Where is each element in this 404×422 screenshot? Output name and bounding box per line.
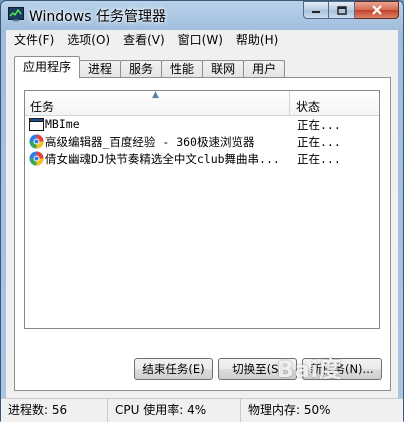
end-task-button[interactable]: 结束任务(E) xyxy=(134,358,213,380)
process-count: 进程数: 56 xyxy=(1,399,108,422)
task-manager-icon xyxy=(8,7,24,22)
caption-buttons xyxy=(303,1,399,20)
task-status: 正在... xyxy=(297,135,341,149)
browser-icon xyxy=(29,134,44,149)
window-icon xyxy=(29,118,44,131)
tab-performance[interactable]: 性能 xyxy=(161,60,204,78)
task-manager-window: Windows 任务管理器 文件(F) 选项(O) 查看(V) 窗口(W) 帮助… xyxy=(0,0,404,422)
title-bar[interactable]: Windows 任务管理器 xyxy=(1,1,403,29)
task-name: 高级编辑器_百度经验 - 360极速浏览器 xyxy=(45,135,255,149)
task-list[interactable]: ▲ 任务 状态 MBIme 正在... 高级编辑器_百度经验 - 360极速浏览… xyxy=(24,90,380,329)
column-header-status[interactable]: 状态 xyxy=(290,91,379,115)
menu-help[interactable]: 帮助(H) xyxy=(231,30,283,50)
tab-applications[interactable]: 应用程序 xyxy=(14,56,81,78)
list-header: ▲ 任务 状态 xyxy=(25,90,379,116)
watermark: Bai度 xyxy=(277,358,343,383)
task-row[interactable]: 倩女幽魂DJ快节奏精选全中文club舞曲串... 正在... xyxy=(25,150,379,167)
maximize-button[interactable] xyxy=(329,1,355,19)
close-icon xyxy=(371,5,382,15)
menu-options[interactable]: 选项(O) xyxy=(62,30,115,50)
column-status-label: 状态 xyxy=(296,100,321,114)
close-button[interactable] xyxy=(355,1,399,19)
task-rows: MBIme 正在... 高级编辑器_百度经验 - 360极速浏览器 正在... xyxy=(25,116,379,167)
window-title: Windows 任务管理器 xyxy=(29,9,166,25)
main-area: 应用程序 进程 服务 性能 联网 用户 ▲ 任务 状态 MBIme 正在... … xyxy=(6,50,398,398)
task-name: 倩女幽魂DJ快节奏精选全中文club舞曲串... xyxy=(45,152,280,166)
tab-services[interactable]: 服务 xyxy=(120,60,163,78)
tab-processes[interactable]: 进程 xyxy=(79,60,122,78)
maximize-icon xyxy=(336,5,347,15)
browser-icon xyxy=(29,151,44,166)
column-header-task[interactable]: ▲ 任务 xyxy=(25,90,290,115)
menu-window[interactable]: 窗口(W) xyxy=(173,30,228,50)
cpu-usage: CPU 使用率: 4% xyxy=(108,399,241,422)
task-name: MBIme xyxy=(45,117,80,131)
task-status: 正在... xyxy=(297,118,341,132)
menu-view[interactable]: 查看(V) xyxy=(118,30,170,50)
tab-strip: 应用程序 进程 服务 性能 联网 用户 xyxy=(14,56,286,78)
minimize-button[interactable] xyxy=(303,1,329,19)
memory-usage: 物理内存: 50% xyxy=(248,403,331,417)
tab-users[interactable]: 用户 xyxy=(243,60,286,78)
task-row[interactable]: MBIme 正在... xyxy=(25,116,379,133)
column-task-label: 任务 xyxy=(30,100,55,114)
menu-file[interactable]: 文件(F) xyxy=(9,30,59,50)
task-row[interactable]: 高级编辑器_百度经验 - 360极速浏览器 正在... xyxy=(25,133,379,150)
tab-networking[interactable]: 联网 xyxy=(202,60,245,78)
minimize-icon xyxy=(312,11,320,13)
menu-bar: 文件(F) 选项(O) 查看(V) 窗口(W) 帮助(H) xyxy=(6,30,398,50)
task-status: 正在... xyxy=(297,152,341,166)
status-bar: 进程数: 56 CPU 使用率: 4% 物理内存: 50% xyxy=(1,398,403,422)
sort-ascending-icon: ▲ xyxy=(152,90,159,100)
